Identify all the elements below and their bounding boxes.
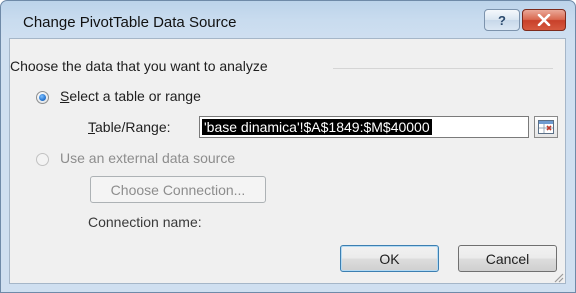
range-selector-button[interactable] <box>534 116 558 138</box>
external-source-label[interactable]: Use an external data source <box>60 150 235 166</box>
external-source-radio[interactable] <box>36 153 49 166</box>
ok-label: OK <box>379 250 400 267</box>
resize-grip-icon[interactable] <box>552 271 564 283</box>
group-divider <box>333 68 553 69</box>
dialog-title: Change PivotTable Data Source <box>23 14 237 31</box>
cancel-label: Cancel <box>485 250 530 267</box>
range-selector-icon <box>538 120 554 134</box>
select-range-radio[interactable] <box>36 91 49 104</box>
select-range-label-text: Select a table or range <box>60 88 201 104</box>
cancel-button[interactable]: Cancel <box>458 245 557 272</box>
choose-connection-label: Choose Connection... <box>110 181 246 198</box>
close-button[interactable] <box>522 9 566 31</box>
choose-connection-button[interactable]: Choose Connection... <box>90 176 266 203</box>
help-button[interactable]: ? <box>484 9 520 31</box>
table-range-value: 'base dinamica'!$A$1849:$M$40000 <box>202 119 432 135</box>
external-source-label-text: Use an external data source <box>60 150 236 166</box>
table-range-input[interactable]: 'base dinamica'!$A$1849:$M$40000 <box>199 116 529 138</box>
select-range-label[interactable]: Select a table or range <box>60 88 201 104</box>
table-range-label: Table/Range: <box>88 119 171 135</box>
question-mark-icon: ? <box>498 12 506 28</box>
close-icon <box>537 14 551 26</box>
group-label: Choose the data that you want to analyze <box>10 58 268 74</box>
connection-name-label: Connection name: <box>88 214 202 230</box>
ok-button[interactable]: OK <box>340 245 439 272</box>
